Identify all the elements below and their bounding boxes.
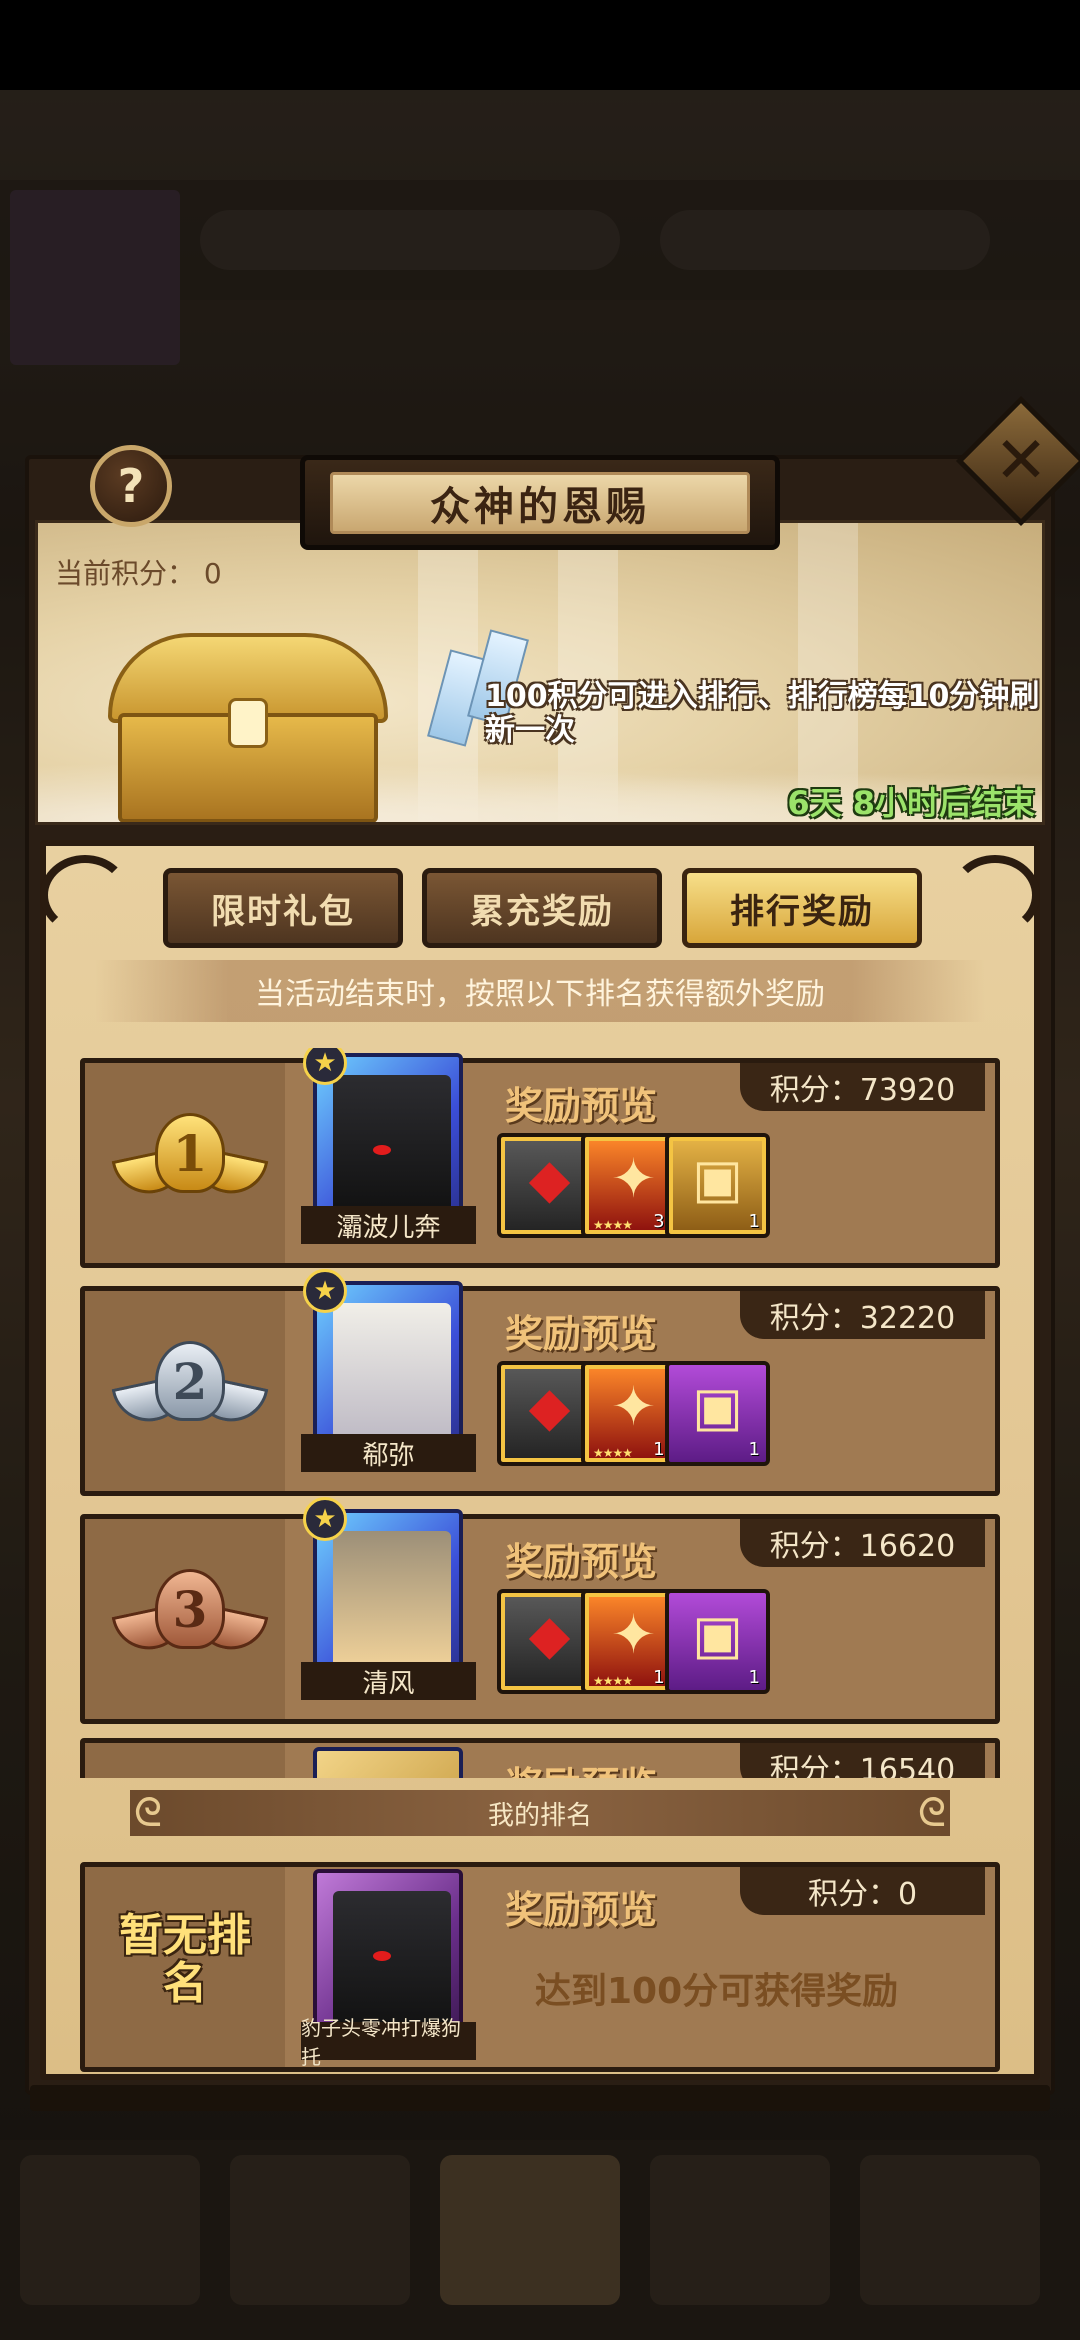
player-name: 灞波儿奔 [301, 1206, 476, 1244]
treasure-chest-icon [108, 633, 388, 822]
banner-note: 100积分可进入排行、排行榜每10分钟刷新一次 [485, 679, 1040, 748]
reward-preview-label: 奖励预览 [505, 1888, 658, 1932]
purple-chest-icon[interactable]: ▣ 1 [665, 1361, 770, 1466]
dialog-title: 众神的恩赐 [430, 482, 650, 530]
score-badge: 积分：73920 [740, 1063, 985, 1111]
player-portrait[interactable]: ★ 清风 [301, 1497, 476, 1707]
purple-chest-icon[interactable]: ▣ 1 [665, 1589, 770, 1694]
dialog-title-plate: 众神的恩赐 [300, 455, 780, 550]
no-rank-label: 暂无排名 [119, 1910, 251, 2009]
my-score-badge: 积分：0 [740, 1867, 985, 1915]
my-portrait[interactable]: 豹子头零冲打爆狗托 [301, 1857, 476, 2069]
star-badge-icon: ★ [303, 1497, 347, 1541]
rank-3-medal-icon: 3 [111, 1569, 269, 1669]
player-portrait[interactable]: ★ 灞波儿奔 [301, 1048, 476, 1251]
rank-1-medal-icon: 1 [111, 1113, 269, 1213]
close-icon: ✕ [994, 424, 1048, 498]
player-portrait[interactable] [303, 1735, 468, 1778]
my-rank-header: ᘓ 我的排名 ᘓ [130, 1790, 950, 1836]
rank-list[interactable]: 1 ★ 灞波儿奔 奖励预览 积分：73920 ◆ 1 ✦ ★★★★ 30 ▣ 1 [70, 1048, 1010, 1778]
tab-rank-reward[interactable]: 排行奖励 [682, 868, 922, 948]
tab-limited-pack[interactable]: 限时礼包 [163, 868, 403, 948]
event-countdown: 6天 8小时后结束 [787, 784, 1035, 822]
my-player-name: 豹子头零冲打爆狗托 [301, 2016, 476, 2069]
reward-preview-label: 奖励预览 [505, 1084, 658, 1128]
reward-requirement: 达到100分可获得奖励 [535, 1971, 899, 2012]
star-badge-icon: ★ [303, 1269, 347, 1313]
reward-preview-label: 奖励预览 [505, 1312, 658, 1356]
rank-2-medal-icon: 2 [111, 1341, 269, 1441]
rank-hint: 当活动结束时，按照以下排名获得额外奖励 [95, 960, 985, 1022]
reward-preview-label: 奖励预览 [505, 1540, 658, 1584]
my-rank-title: 我的排名 [487, 1800, 592, 1831]
player-portrait[interactable]: ★ 郗弥 [301, 1269, 476, 1479]
tab-recharge-reward[interactable]: 累充奖励 [422, 868, 662, 948]
ornament-curl-right [950, 855, 1040, 935]
my-rank-row: 暂无排名 豹子头零冲打爆狗托 奖励预览 积分：0 达到100分可获得奖励 [80, 1862, 1000, 2072]
rank-row-2: 2 ★ 郗弥 奖励预览 积分：32220 ◆ 1 ✦ ★★★★ 15 ▣ 1 [80, 1269, 1000, 1496]
scroll-curl-icon: ᘓ [133, 1790, 163, 1836]
ornament-curl-left [40, 855, 130, 935]
current-score: 当前积分： 0 [55, 557, 222, 590]
player-name: 郗弥 [301, 1434, 476, 1472]
rank-row-3: 3 ★ 清风 奖励预览 积分：16620 ◆ 1 ✦ ★★★★ 15 ▣ 1 [80, 1497, 1000, 1724]
score-badge: 积分：16620 [740, 1519, 985, 1567]
panel-bottom-bar [30, 2085, 1050, 2111]
gold-chest-icon[interactable]: ▣ 1 [665, 1133, 770, 1238]
help-button[interactable]: ? [90, 445, 172, 527]
score-badge: 积分：32220 [740, 1291, 985, 1339]
score-badge: 积分：16540 [740, 1743, 985, 1778]
reward-preview-label: 奖励预览 [505, 1755, 657, 1778]
scroll-curl-icon: ᘓ [917, 1790, 947, 1836]
player-name: 清风 [301, 1662, 476, 1700]
help-icon: ? [117, 459, 145, 513]
rank-row-1: 1 ★ 灞波儿奔 奖励预览 积分：73920 ◆ 1 ✦ ★★★★ 30 ▣ 1 [80, 1048, 1000, 1268]
rank-row-4: 奖励预览 积分：16540 [80, 1738, 1000, 1778]
